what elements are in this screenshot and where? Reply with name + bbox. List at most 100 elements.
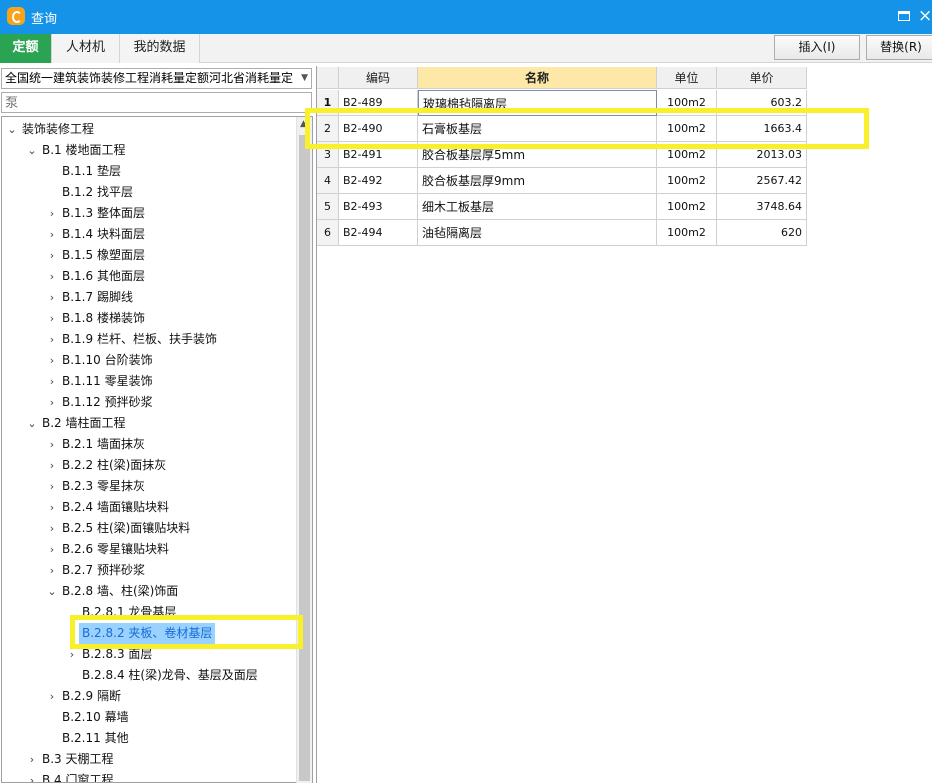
cell-unit[interactable]: 100m2 — [657, 220, 717, 246]
tree-item[interactable]: › B.1.6 其他面层 — [2, 266, 296, 287]
tree-item-label: B.1.7 踢脚线 — [62, 290, 133, 304]
tree-item-label: B.1.3 整体面层 — [62, 206, 145, 220]
tree-item[interactable]: › B.1.4 块料面层 — [2, 224, 296, 245]
tree-item[interactable]: › B.2.2 柱(梁)面抹灰 — [2, 455, 296, 476]
chevron-down-icon[interactable]: ⌄ — [46, 581, 58, 602]
tree-item-label: B.4 门窗工程 — [42, 773, 114, 783]
tree-item[interactable]: › B.3 天棚工程 — [2, 749, 296, 770]
chevron-down-icon[interactable]: ⌄ — [6, 119, 18, 140]
tree-item[interactable]: › B.1.9 栏杆、栏板、扶手装饰 — [2, 329, 296, 350]
tree-item[interactable]: B.2.11 其他 — [2, 728, 296, 749]
tree-item-label: B.1.10 台阶装饰 — [62, 353, 153, 367]
tree-item[interactable]: › B.2.3 零星抹灰 — [2, 476, 296, 497]
chevron-right-icon[interactable]: › — [46, 329, 58, 350]
tree-item[interactable]: › B.2.5 柱(梁)面镶贴块料 — [2, 518, 296, 539]
chevron-right-icon[interactable]: › — [46, 476, 58, 497]
row-number[interactable]: 6 — [317, 220, 339, 246]
chevron-right-icon[interactable]: › — [46, 266, 58, 287]
chevron-right-icon[interactable]: › — [46, 371, 58, 392]
search-input[interactable] — [1, 92, 312, 113]
tab-quota[interactable]: 定额 — [0, 34, 52, 63]
chevron-right-icon[interactable]: › — [46, 308, 58, 329]
quota-table: 编码 名称 单位 单价 1 B2-489 玻璃棉毡隔离层 100m2 603.2 2 B2-… — [316, 66, 932, 783]
tree-scrollbar[interactable]: ▲ — [296, 117, 312, 783]
cell-code[interactable]: B2-493 — [339, 194, 418, 220]
tree-item-label: B.1.9 栏杆、栏板、扶手装饰 — [62, 332, 217, 346]
tree-item[interactable]: › B.1.5 橡塑面层 — [2, 245, 296, 266]
tree-item[interactable]: › B.2.7 预拌砂浆 — [2, 560, 296, 581]
cell-unit[interactable]: 100m2 — [657, 194, 717, 220]
chevron-right-icon[interactable]: › — [26, 770, 38, 782]
tree-item-label: B.1.8 楼梯装饰 — [62, 311, 145, 325]
tree-item-label: B.2.7 预拌砂浆 — [62, 563, 145, 577]
chevron-right-icon[interactable]: › — [46, 686, 58, 707]
tree-item[interactable]: B.2.8.4 柱(梁)龙骨、基层及面层 — [2, 665, 296, 686]
column-header-name[interactable]: 名称 — [418, 67, 657, 89]
app-logo-icon — [7, 7, 25, 25]
tree-item-label: B.1.12 预拌砂浆 — [62, 395, 153, 409]
tab-labor-material-machine[interactable]: 人材机 — [52, 34, 120, 63]
tree-item[interactable]: › B.2.6 零星镶贴块料 — [2, 539, 296, 560]
tree-highlight-box — [70, 615, 303, 649]
cell-name[interactable]: 细木工板基层 — [418, 194, 657, 220]
cell-price[interactable]: 3748.64 — [717, 194, 807, 220]
column-header-code[interactable]: 编码 — [339, 67, 418, 89]
insert-button[interactable]: 插入(I) — [774, 35, 860, 60]
chevron-right-icon[interactable]: › — [46, 560, 58, 581]
chevron-right-icon[interactable]: › — [46, 392, 58, 413]
chevron-right-icon[interactable]: › — [46, 224, 58, 245]
row-number[interactable]: 4 — [317, 168, 339, 194]
cell-price[interactable]: 620 — [717, 220, 807, 246]
chevron-right-icon[interactable]: › — [46, 518, 58, 539]
chevron-right-icon[interactable]: › — [46, 455, 58, 476]
cell-code[interactable]: B2-494 — [339, 220, 418, 246]
tree-item-label: 装饰装修工程 — [22, 122, 95, 136]
chevron-right-icon[interactable]: › — [46, 434, 58, 455]
row-number[interactable]: 5 — [317, 194, 339, 220]
tree-item[interactable]: B.1.2 找平层 — [2, 182, 296, 203]
cell-name[interactable]: 油毡隔离层 — [418, 220, 657, 246]
tree-item[interactable]: › B.1.10 台阶装饰 — [2, 350, 296, 371]
tree-item[interactable]: › B.2.9 隔断 — [2, 686, 296, 707]
chevron-down-icon[interactable]: ⌄ — [26, 140, 38, 161]
cell-name[interactable]: 胶合板基层厚9mm — [418, 168, 657, 194]
column-header-unit[interactable]: 单位 — [657, 67, 717, 89]
tree-item[interactable]: › B.1.7 踢脚线 — [2, 287, 296, 308]
maximize-icon[interactable] — [898, 11, 910, 21]
column-header-price[interactable]: 单价 — [717, 67, 807, 89]
library-select[interactable]: 全国统一建筑装饰装修工程消耗量定额河北省消耗量定 ▼ — [1, 68, 312, 89]
cell-unit[interactable]: 100m2 — [657, 168, 717, 194]
chevron-right-icon[interactable]: › — [46, 245, 58, 266]
chevron-right-icon[interactable]: › — [26, 749, 38, 770]
tree-item[interactable]: › B.1.3 整体面层 — [2, 203, 296, 224]
cell-code[interactable]: B2-492 — [339, 168, 418, 194]
tree-item[interactable]: › B.1.11 零星装饰 — [2, 371, 296, 392]
tree-item[interactable]: ⌄ 装饰装修工程 — [2, 119, 296, 140]
tree-item[interactable]: ⌄ B.1 楼地面工程 — [2, 140, 296, 161]
tree-item[interactable]: ⌄ B.2 墙柱面工程 — [2, 413, 296, 434]
chapter-tree[interactable]: ⌄ 装饰装修工程 ⌄ B.1 楼地面工程 B.1.1 垫层 B.1.2 找平层 › B.1.3… — [1, 116, 313, 783]
tree-item[interactable]: › B.2.1 墙面抹灰 — [2, 434, 296, 455]
tree-item[interactable]: › B.1.12 预拌砂浆 — [2, 392, 296, 413]
tab-my-data[interactable]: 我的数据 — [120, 34, 200, 63]
tree-item[interactable]: B.1.1 垫层 — [2, 161, 296, 182]
library-select-value: 全国统一建筑装饰装修工程消耗量定额河北省消耗量定 — [5, 71, 294, 85]
chevron-right-icon[interactable]: › — [46, 203, 58, 224]
tree-item-label: B.2.8.4 柱(梁)龙骨、基层及面层 — [82, 668, 258, 682]
close-icon[interactable]: × — [918, 6, 932, 26]
scrollbar-thumb[interactable] — [299, 135, 310, 781]
chevron-right-icon[interactable]: › — [46, 497, 58, 518]
replace-button[interactable]: 替换(R) — [866, 35, 932, 60]
tree-item[interactable]: › B.1.8 楼梯装饰 — [2, 308, 296, 329]
chevron-right-icon[interactable]: › — [46, 350, 58, 371]
chevron-down-icon[interactable]: ▼ — [301, 69, 308, 88]
tree-item-label: B.1.5 橡塑面层 — [62, 248, 145, 262]
chevron-down-icon[interactable]: ⌄ — [26, 413, 38, 434]
tree-item[interactable]: › B.2.4 墙面镶贴块料 — [2, 497, 296, 518]
tree-item[interactable]: B.2.10 幕墙 — [2, 707, 296, 728]
chevron-right-icon[interactable]: › — [46, 539, 58, 560]
chevron-right-icon[interactable]: › — [46, 287, 58, 308]
tree-item[interactable]: › B.4 门窗工程 — [2, 770, 296, 783]
tree-item[interactable]: ⌄ B.2.8 墙、柱(梁)饰面 — [2, 581, 296, 602]
cell-price[interactable]: 2567.42 — [717, 168, 807, 194]
